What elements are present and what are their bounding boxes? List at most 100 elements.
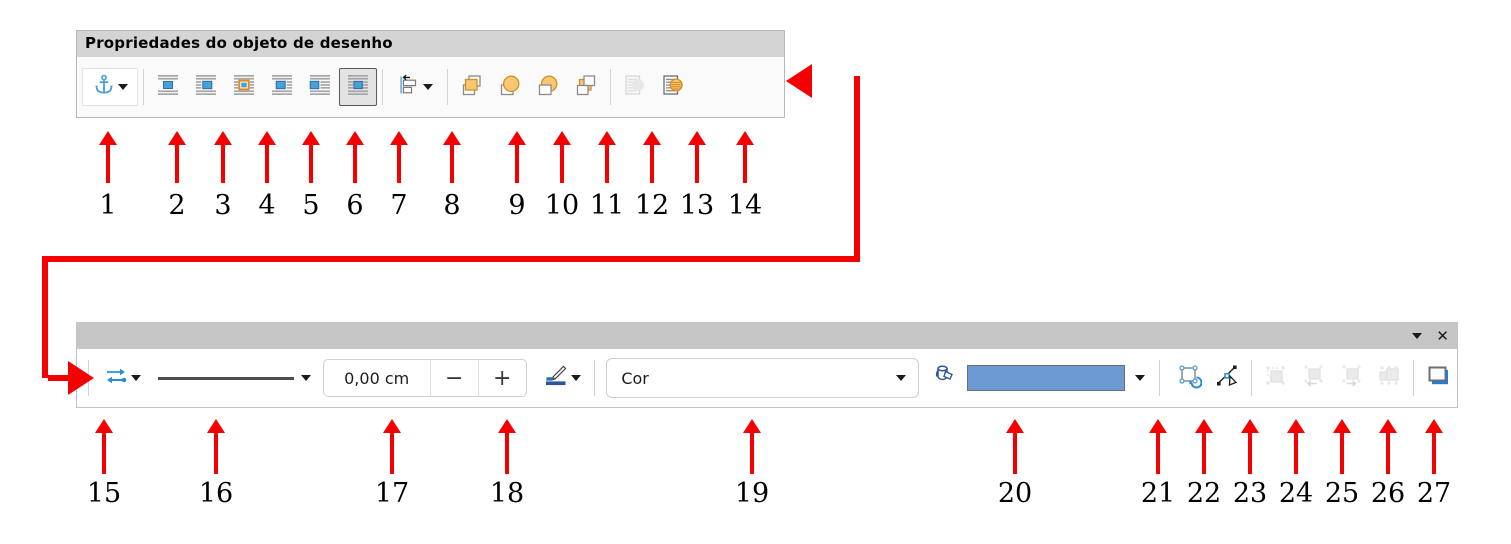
close-icon[interactable]: ✕ xyxy=(1436,328,1449,344)
callout-arrow-shaft xyxy=(650,143,654,183)
callout-number: 18 xyxy=(489,478,525,509)
fill-style-value[interactable]: Cor xyxy=(621,369,649,388)
fill-color-swatch[interactable] xyxy=(966,365,1125,391)
wrap-right-button[interactable] xyxy=(263,68,301,106)
callout-arrow-shaft xyxy=(450,143,454,183)
fill-style-combobox[interactable]: Cor xyxy=(606,358,919,398)
chevron-down-icon[interactable] xyxy=(1134,375,1145,381)
wrap-parallel-icon xyxy=(231,72,257,102)
callout-arrow xyxy=(1147,419,1169,474)
align-objects-icon xyxy=(1263,363,1289,393)
wrap-through-icon xyxy=(345,72,371,102)
toolbar-title: Propriedades do objeto de desenho xyxy=(77,31,784,57)
rotate-button[interactable] xyxy=(1171,359,1209,397)
line-width-spinner[interactable]: 0,00 cm − + xyxy=(322,359,527,397)
callout-number: 9 xyxy=(508,190,526,221)
separator xyxy=(447,69,448,105)
callout-arrow-shaft xyxy=(1432,431,1436,474)
toolbar2-titlebar: ✕ xyxy=(77,323,1457,349)
callout-arrow-shaft xyxy=(1340,431,1344,474)
callout-arrow-shaft xyxy=(1386,431,1390,474)
chevron-down-icon[interactable] xyxy=(895,375,906,381)
bring-to-front-button[interactable] xyxy=(491,68,529,106)
callout-number: 13 xyxy=(679,190,715,221)
callout-arrow xyxy=(212,131,234,183)
callout-arrow-shaft xyxy=(560,143,564,183)
align-left-icon xyxy=(397,73,421,101)
points-button[interactable] xyxy=(1208,359,1246,397)
chevron-down-icon[interactable] xyxy=(118,84,128,90)
callout-arrow xyxy=(734,131,756,183)
ungroup-button[interactable] xyxy=(1370,359,1408,397)
chevron-down-icon[interactable] xyxy=(423,84,433,90)
fill-color-control[interactable] xyxy=(933,363,1145,393)
callout-arrow-shaft xyxy=(1013,431,1017,474)
callout-number: 10 xyxy=(544,190,580,221)
callout-arrow-shaft xyxy=(102,431,106,474)
line-color-button[interactable] xyxy=(535,359,589,397)
separator xyxy=(1251,360,1253,396)
align-objects-button[interactable] xyxy=(388,68,442,106)
line-style-dropdown[interactable] xyxy=(157,375,311,381)
wrap-optimal-icon xyxy=(307,72,333,102)
line-width-increase-button[interactable]: + xyxy=(477,359,526,397)
callout-number: 12 xyxy=(634,190,670,221)
send-to-back-button[interactable] xyxy=(529,68,567,106)
wrap-through-button[interactable] xyxy=(339,68,377,106)
callout-arrow-shaft xyxy=(309,143,313,183)
wrap-left-button[interactable] xyxy=(187,68,225,106)
toolbar2-control-row: 0,00 cm − + Cor xyxy=(77,349,1457,407)
chevron-down-icon[interactable] xyxy=(300,375,311,381)
ungroup-icon xyxy=(1376,363,1402,393)
to-background-button[interactable] xyxy=(616,68,654,106)
arrow-style-button[interactable] xyxy=(94,359,150,397)
callout-number: 23 xyxy=(1232,478,1268,509)
chevron-down-icon[interactable] xyxy=(1412,333,1423,339)
wrap-optimal-button[interactable] xyxy=(301,68,339,106)
callout-arrow-shaft xyxy=(265,143,269,183)
callout-arrow xyxy=(641,131,663,183)
exit-group-button[interactable] xyxy=(1333,359,1371,397)
callout-number: 2 xyxy=(168,190,186,221)
callout-arrow xyxy=(388,131,410,183)
callout-arrow-shaft xyxy=(106,143,110,183)
callout-arrow xyxy=(1239,419,1261,474)
to-foreground-button[interactable] xyxy=(654,68,692,106)
callout-number: 21 xyxy=(1140,478,1176,509)
callout-number: 1 xyxy=(99,190,117,221)
separator xyxy=(382,69,383,105)
connector-head-top xyxy=(786,64,812,98)
enter-group-button[interactable] xyxy=(1295,359,1333,397)
wrap-parallel-button[interactable] xyxy=(225,68,263,106)
callout-arrow xyxy=(256,131,278,183)
callout-arrow xyxy=(551,131,573,183)
callout-arrow-shaft xyxy=(353,143,357,183)
callout-arrow xyxy=(166,131,188,183)
wrap-off-button[interactable] xyxy=(149,68,187,106)
callout-arrow xyxy=(441,131,463,183)
align-objects-group-button[interactable] xyxy=(1257,359,1295,397)
callout-arrow xyxy=(1331,419,1353,474)
line-color-icon xyxy=(543,363,569,393)
line-width-decrease-button[interactable]: − xyxy=(429,359,478,397)
wrap-off-icon xyxy=(155,72,181,102)
chevron-down-icon[interactable] xyxy=(130,375,141,381)
bring-forward-button[interactable] xyxy=(453,68,491,106)
callout-arrow-shaft xyxy=(695,143,699,183)
separator xyxy=(594,360,596,396)
send-to-back-icon xyxy=(535,72,561,102)
callout-number: 6 xyxy=(346,190,364,221)
line-preview xyxy=(157,376,294,380)
callout-number: 11 xyxy=(589,190,625,221)
callout-arrow xyxy=(1377,419,1399,474)
separator xyxy=(1158,360,1160,396)
chevron-down-icon[interactable] xyxy=(570,375,581,381)
send-backward-button[interactable] xyxy=(567,68,605,106)
shadow-icon xyxy=(1425,363,1451,393)
anchor-button[interactable] xyxy=(82,68,138,106)
callout-number: 22 xyxy=(1186,478,1222,509)
callout-arrow-shaft xyxy=(397,143,401,183)
line-width-value[interactable]: 0,00 cm xyxy=(324,359,430,397)
shadow-button[interactable] xyxy=(1419,359,1457,397)
callout-arrow-shaft xyxy=(1248,431,1252,474)
